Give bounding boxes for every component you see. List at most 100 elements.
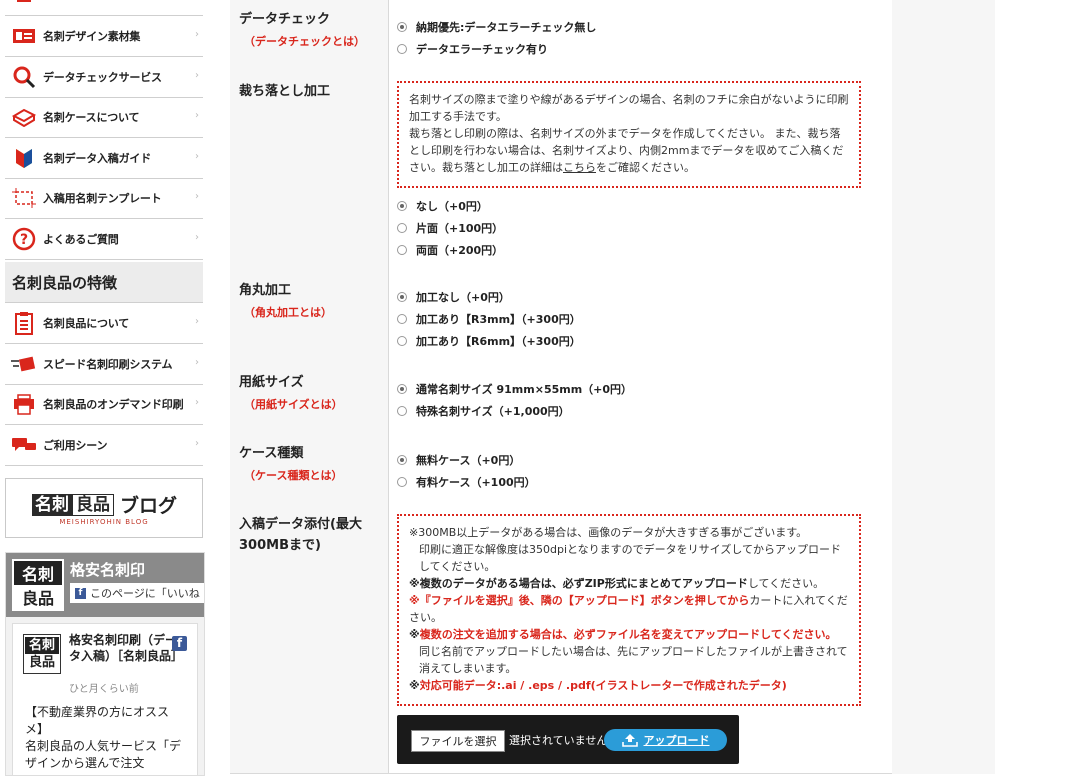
sidebar-item-features-1[interactable]: 名刺良品について › <box>5 303 203 344</box>
chevron-right-icon: › <box>195 231 199 243</box>
option-label: 有料ケース（+100円） <box>416 476 536 489</box>
option-label: なし（+0円） <box>416 200 488 213</box>
notice-mark: ※ <box>409 594 420 607</box>
card-icon <box>11 23 37 49</box>
row-data-check: データチェック （データチェックとは） 納期優先:データエラーチェック無し データ… <box>230 0 892 73</box>
chevron-right-icon: › <box>195 356 199 368</box>
radio-button[interactable] <box>397 292 407 302</box>
radio-button[interactable] <box>397 314 407 324</box>
file-status: 選択されていません <box>509 734 608 747</box>
radio-button[interactable] <box>397 22 407 32</box>
section-title: 名刺良品の特徴 <box>12 273 118 292</box>
bleed-options: なし（+0円） 片面（+100円） 両面（+200円） <box>397 195 503 261</box>
blog-logo-word: ブログ <box>120 495 178 517</box>
bleed-detail-link[interactable]: こちら <box>563 161 596 174</box>
radio-button[interactable] <box>397 201 407 211</box>
post-avatar-bottom: 良品 <box>28 655 55 670</box>
chevron-right-icon: › <box>195 69 199 81</box>
radio-button[interactable] <box>397 455 407 465</box>
sidebar-item-cropped[interactable] <box>5 0 203 16</box>
sidebar-item-services-3[interactable]: 名刺ケースについて › <box>5 97 203 138</box>
svg-text:?: ? <box>20 232 28 248</box>
notice-size-limit: ※300MB以上データがある場合は、画像のデータが大きすぎる事がございます。 <box>409 526 808 539</box>
bleed-notice-tail: をご確認ください。 <box>596 161 695 174</box>
paper-size-options: 通常名刺サイズ 91mm×55mm（+0円） 特殊名刺サイズ（+1,000円） <box>397 378 632 422</box>
row-case-type: ケース種類 （ケース種類とは） 無料ケース（+0円） 有料ケース（+100円） <box>230 434 892 506</box>
sidebar-item-services-2[interactable]: データチェックサービス › <box>5 57 203 98</box>
cropped-icon <box>11 0 37 8</box>
sidebar-item-label: スピード名刺印刷システム <box>43 357 173 371</box>
label-cell: 用紙サイズ （用紙サイズとは） <box>230 363 389 434</box>
option-label: データエラーチェック有り <box>416 43 548 56</box>
sidebar-item-features-4[interactable]: ご利用シーン › <box>5 425 203 466</box>
case-type-option-1[interactable]: 無料ケース（+0円） <box>397 449 536 471</box>
bleed-title: 裁ち落とし加工 <box>239 84 331 99</box>
blog-logo-part2: 良品 <box>72 493 114 516</box>
corner-option-3[interactable]: 加工あり【R6mm】（+300円） <box>397 330 581 352</box>
facebook-like-button[interactable]: f このページに「いいね <box>70 583 204 603</box>
radio-button[interactable] <box>397 336 407 346</box>
upload-button[interactable]: アップロード <box>604 729 727 751</box>
sidebar-item-label: よくあるご質問 <box>43 232 119 246</box>
sidebar-item-features-2[interactable]: スピード名刺印刷システム › <box>5 344 203 385</box>
sidebar-item-services-6[interactable]: ? よくあるご質問 › <box>5 219 203 260</box>
option-label: 加工あり【R6mm】（+300円） <box>416 335 581 348</box>
sidebar-item-services-1[interactable]: 名刺デザイン素材集 › <box>5 16 203 57</box>
corner-help-link[interactable]: （角丸加工とは） <box>244 304 332 320</box>
radio-button[interactable] <box>397 44 407 54</box>
data-check-option-1[interactable]: 納期優先:データエラーチェック無し <box>397 16 596 38</box>
sidebar-item-services-4[interactable]: 名刺データ入稿ガイド › <box>5 138 203 179</box>
notice-formats: ※対応可能データ:.ai / .eps / .pdf(イラストレーターで作成され… <box>409 677 849 694</box>
option-label: 片面（+100円） <box>416 222 504 235</box>
corner-option-1[interactable]: 加工なし（+0円） <box>397 286 581 308</box>
bleed-option-3[interactable]: 両面（+200円） <box>397 239 503 261</box>
post-page-name[interactable]: 格安名刺印刷（データ入稿）［名刺良品］ <box>69 632 183 664</box>
clipboard-icon <box>11 310 37 336</box>
corner-title: 角丸加工 <box>239 283 292 298</box>
sidebar-item-label: 名刺ケースについて <box>43 111 140 124</box>
case-type-help-link[interactable]: （ケース種類とは） <box>244 467 342 483</box>
paper-size-help-link[interactable]: （用紙サイズとは） <box>244 396 343 412</box>
data-check-option-2[interactable]: データエラーチェック有り <box>397 38 596 60</box>
notice-zip: ※複数のデータがある場合は、必ずZIP形式にまとめてアップロードしてください。 <box>409 575 849 592</box>
blog-subtitle: MEISHIRYOHIN BLOG <box>59 518 149 526</box>
facebook-cover[interactable]: 名刺 良品 格安名刺印 f このページに「いいね <box>6 553 204 617</box>
facebook-logo-icon: f <box>172 636 187 651</box>
post-timestamp: ひと月くらい前 <box>69 684 139 695</box>
radio-button[interactable] <box>397 406 407 416</box>
sidebar-item-label: ご利用シーン <box>43 438 108 452</box>
radio-button[interactable] <box>397 245 407 255</box>
blog-banner[interactable]: 名刺 良品 ブログ MEISHIRYOHIN BLOG <box>5 478 203 538</box>
label-cell: ケース種類 （ケース種類とは） <box>230 434 389 505</box>
cover-logo-bottom: 良品 <box>21 589 54 608</box>
sidebar-item-features-3[interactable]: 名刺良品のオンデマンド印刷 › <box>5 384 203 425</box>
file-uploader: ファイルを選択 選択されていません アップロード <box>397 715 739 764</box>
sidebar-item-label: 名刺データ入稿ガイド <box>43 151 151 165</box>
sidebar: 名刺デザイン素材集 › データチェックサービス › 名刺ケースについて › 名刺データ入稿ガ… <box>0 0 210 776</box>
radio-button[interactable] <box>397 223 407 233</box>
post-body: 【不動産業界の方にオススメ】 名刺良品の人気サービス「デザインから選んで注文 <box>25 705 182 770</box>
option-label: 両面（+200円） <box>416 244 504 257</box>
chevron-right-icon: › <box>195 191 199 202</box>
data-check-help-link[interactable]: （データチェックとは） <box>244 33 365 49</box>
question-icon: ? <box>11 226 37 252</box>
upload-icon <box>621 734 638 747</box>
radio-button[interactable] <box>397 384 407 394</box>
sidebar-item-services-5[interactable]: 入稿用名刺テンプレート › <box>5 178 203 219</box>
label-cell: 角丸加工 （角丸加工とは） <box>230 271 389 363</box>
paper-size-option-2[interactable]: 特殊名刺サイズ（+1,000円） <box>397 400 632 422</box>
post-avatar[interactable]: 名刺 良品 <box>23 634 61 674</box>
radio-button[interactable] <box>397 477 407 487</box>
chevron-right-icon: › <box>195 29 199 40</box>
paper-size-option-1[interactable]: 通常名刺サイズ 91mm×55mm（+0円） <box>397 378 632 400</box>
blog-logo-part1: 名刺 <box>32 493 72 516</box>
case-type-option-2[interactable]: 有料ケース（+100円） <box>397 471 536 493</box>
bleed-notice-line1: 名刺サイズの際まで塗りや線があるデザインの場合、名刺のフチに余白がないように印刷… <box>409 93 849 123</box>
bleed-option-2[interactable]: 片面（+100円） <box>397 217 503 239</box>
corner-option-2[interactable]: 加工あり【R3mm】（+300円） <box>397 308 581 330</box>
chevron-right-icon: › <box>195 397 199 408</box>
choose-file-button[interactable]: ファイルを選択 <box>411 730 505 752</box>
upload-label: アップロード <box>643 734 710 747</box>
cover-page-title[interactable]: 格安名刺印 <box>70 559 145 580</box>
bleed-option-1[interactable]: なし（+0円） <box>397 195 503 217</box>
